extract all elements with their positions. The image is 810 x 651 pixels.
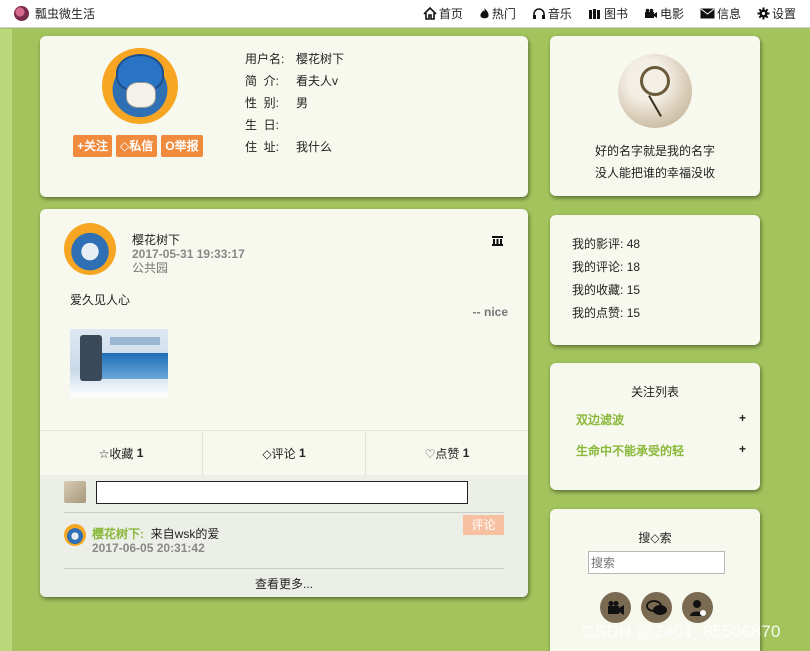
follow-list-card: 关注列表 双边滤波 + 生命中不能承受的轻 +	[550, 363, 760, 490]
follow-item: 双边滤波 +	[576, 411, 746, 428]
nav-item-movies[interactable]: 电影	[644, 5, 684, 22]
chat-icon[interactable]	[641, 592, 672, 623]
profile-info: 用户名: 樱花树下 简 介: 看夫人v 性 别: 男 生 日: 住 址: 我什么	[245, 50, 344, 160]
info-value: 男	[296, 96, 309, 110]
stat-collections[interactable]: 我的收藏: 15	[572, 281, 640, 304]
profile-card: +关注 ◇私信 O举报 用户名: 樱花树下 简 介: 看夫人v 性 别: 男 生…	[40, 36, 528, 197]
nav-item-hot[interactable]: 热门	[479, 5, 516, 22]
image-sea-shape	[102, 353, 168, 379]
face-shape	[126, 82, 156, 108]
follow-list-title: 关注列表	[630, 385, 679, 399]
follow-add-icon[interactable]: +	[739, 411, 746, 428]
stat-comments[interactable]: 我的评论: 18	[572, 258, 640, 281]
post-card: 樱花树下 2017-05-31 19:33:17 公共园 爱久见人心 -- ni…	[40, 209, 528, 597]
post-menu-icon[interactable]	[492, 235, 503, 249]
commenter-avatar[interactable]	[64, 524, 86, 546]
nav-menu: 首页 热门 音乐 图书 电影 信息 设置	[415, 5, 804, 22]
info-label: 生 日:	[245, 118, 280, 132]
like-button[interactable]: ♡点赞 1	[366, 431, 528, 475]
nav-item-messages[interactable]: 信息	[700, 5, 741, 22]
info-row-gender: 性 别: 男	[245, 94, 344, 116]
search-title: 搜◇索	[638, 531, 672, 545]
pocket-watch-image	[618, 54, 692, 128]
follow-item: 生命中不能承受的轻 +	[576, 442, 746, 459]
nav-item-settings[interactable]: 设置	[757, 5, 796, 22]
post-header: 樱花树下 2017-05-31 19:33:17 公共园	[132, 233, 245, 275]
submit-comment-button[interactable]: 评论	[463, 515, 504, 535]
profile-avatar	[102, 48, 178, 124]
search-input[interactable]	[588, 551, 725, 574]
post-text: 爱久见人心	[70, 293, 131, 307]
collect-count: 1	[136, 446, 144, 460]
collect-button[interactable]: ☆收藏 1	[40, 431, 203, 475]
stats-card: 我的影评: 48 我的评论: 18 我的收藏: 15 我的点赞: 15	[550, 215, 760, 345]
info-row-username: 用户名: 樱花树下	[245, 50, 344, 72]
motto-text: 好的名字就是我的名字 没人能把谁的幸福没收	[594, 144, 715, 180]
fire-icon	[480, 8, 489, 19]
left-edge-strip	[0, 29, 12, 651]
info-label: 简 介:	[245, 74, 280, 88]
motto-card: 好的名字就是我的名字 没人能把谁的幸福没收	[550, 36, 760, 196]
post-author-name[interactable]: 樱花树下	[132, 233, 245, 247]
home-icon	[423, 7, 437, 20]
image-phone-shape	[80, 335, 102, 381]
info-label: 性 别:	[245, 96, 280, 110]
message-button[interactable]: ◇私信	[116, 135, 158, 157]
brand[interactable]: 瓢虫微生活	[14, 5, 95, 22]
envelope-icon	[700, 8, 715, 19]
post-actions: ☆收藏 1 ◇评论 1 ♡点赞 1	[40, 431, 528, 475]
info-value: 樱花树下	[296, 52, 345, 66]
comment-divider	[64, 568, 504, 569]
image-header-strip	[110, 337, 160, 345]
info-row-bio: 简 介: 看夫人v	[245, 72, 344, 94]
post-image[interactable]	[70, 329, 168, 397]
watch-ring	[640, 66, 670, 96]
info-row-address: 住 址: 我什么	[245, 138, 344, 160]
comment-input[interactable]	[96, 481, 468, 504]
stat-likes[interactable]: 我的点赞: 15	[572, 304, 640, 327]
info-value: 我什么	[296, 140, 333, 154]
post-author-avatar[interactable]	[64, 223, 116, 275]
info-label: 住 址:	[245, 140, 280, 154]
gear-icon	[757, 7, 770, 20]
ladybug-logo-icon	[14, 6, 29, 21]
comment-item: 樱花树下: 来自wsk的爱 2017-06-05 20:31:42	[92, 527, 219, 555]
commenter-name[interactable]: 樱花树下:	[92, 527, 144, 541]
follow-add-icon[interactable]: +	[739, 442, 746, 459]
follow-name[interactable]: 生命中不能承受的轻	[576, 442, 684, 459]
comment-button[interactable]: ◇评论 1	[203, 431, 366, 475]
nav-item-books[interactable]: 图书	[588, 5, 628, 22]
watch-chain	[648, 95, 662, 117]
profile-actions: +关注 ◇私信 O举报	[73, 135, 207, 157]
info-value: 看夫人v	[296, 74, 339, 88]
headphones-icon	[532, 8, 545, 19]
post-time: 2017-05-31 19:33:17	[132, 247, 245, 261]
user-icon[interactable]	[682, 592, 713, 623]
comments-area: 评论 樱花树下: 来自wsk的爱 2017-06-05 20:31:42 查看更…	[40, 475, 528, 597]
app-title: 瓢虫微生活	[35, 7, 96, 21]
comment-text: 来自wsk的爱	[150, 527, 220, 541]
movie-camera-icon[interactable]	[600, 592, 631, 623]
top-navbar: 瓢虫微生活 首页 热门 音乐 图书 电影 信息 设置	[0, 0, 810, 28]
comment-time: 2017-06-05 20:31:42	[92, 541, 205, 555]
info-label: 用户名:	[245, 52, 285, 66]
stat-reviews[interactable]: 我的影评: 48	[572, 235, 640, 258]
books-icon	[588, 8, 600, 19]
follow-button[interactable]: +关注	[73, 135, 113, 157]
view-more-link[interactable]: 查看更多...	[40, 575, 528, 592]
comment-count: 1	[298, 446, 306, 460]
comment-divider	[64, 512, 504, 513]
follow-name[interactable]: 双边滤波	[576, 411, 624, 428]
camera-icon	[644, 8, 657, 18]
watermark: CSDN @2401_85506870	[582, 622, 781, 641]
report-button[interactable]: O举报	[161, 135, 203, 157]
post-location: 公共园	[132, 261, 169, 275]
stats-list: 我的影评: 48 我的评论: 18 我的收藏: 15 我的点赞: 15	[572, 235, 640, 327]
post-signature: -- nice	[472, 305, 508, 319]
current-user-avatar	[64, 481, 86, 503]
info-row-birthday: 生 日:	[245, 116, 344, 138]
like-count: 1	[462, 446, 470, 460]
nav-item-home[interactable]: 首页	[423, 5, 463, 22]
nav-item-music[interactable]: 音乐	[532, 5, 572, 22]
